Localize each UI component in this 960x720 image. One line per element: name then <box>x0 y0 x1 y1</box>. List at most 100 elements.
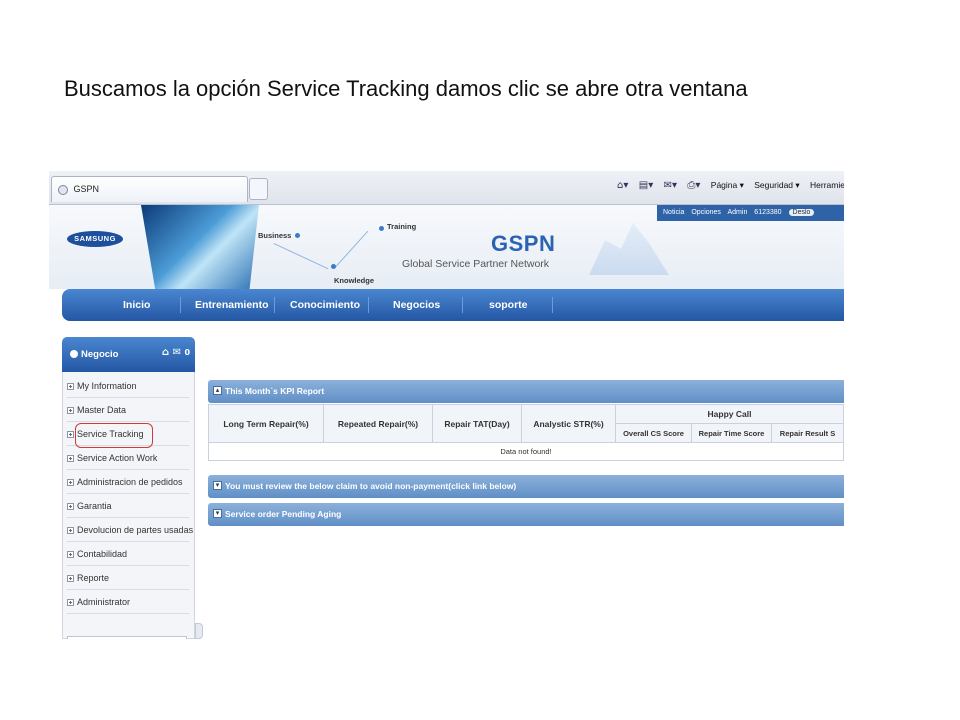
bullet-icon <box>70 350 78 358</box>
sidebar-item-administracion-de-pedidos[interactable]: Administracion de pedidos <box>67 472 189 494</box>
pending-panel-title: Service order Pending Aging <box>225 509 342 519</box>
user-id: 6123380 <box>754 209 782 216</box>
column-header: Repair Time Score <box>691 423 772 444</box>
kpi-panel-title: This Month`s KPI Report <box>225 386 325 396</box>
sidebar-item-administrator[interactable]: Administrator <box>67 592 189 614</box>
security-menu[interactable]: Seguridad ▾ <box>754 180 799 190</box>
sidebar-item-label: Devolucion de partes usadas <box>77 525 194 535</box>
column-header: Repair Result S <box>771 423 844 444</box>
expand-icon <box>67 383 74 390</box>
command-bar: ⌂▾ ▤▾ ✉▾ ⎙▾ Página ▾ Seguridad ▾ Herrami… <box>617 180 844 191</box>
column-header: Long Term Repair(%) <box>208 403 324 444</box>
mail-icon[interactable]: ✉▾ <box>664 180 677 191</box>
sidebar-search-input[interactable] <box>67 636 187 639</box>
page-menu[interactable]: Página ▾ <box>711 180 744 190</box>
gspn-screenshot: GSPN ⌂▾ ▤▾ ✉▾ ⎙▾ Página ▾ Seguridad ▾ He… <box>49 171 844 639</box>
nav-divider <box>274 297 275 313</box>
nav-soporte[interactable]: soporte <box>489 299 528 311</box>
home-icon[interactable]: ⌂ <box>162 347 169 358</box>
sidebar-item-label: Garantia <box>77 501 112 511</box>
happy-call-group-header: Happy Call <box>615 403 844 425</box>
nav-negocios[interactable]: Negocios <box>393 299 440 311</box>
tab-title: GSPN <box>73 184 100 194</box>
home-icon[interactable]: ⌂▾ <box>617 180 628 191</box>
banner-connector <box>334 230 369 269</box>
new-tab-button[interactable] <box>249 178 268 200</box>
sidebar-item-label: Administracion de pedidos <box>77 477 183 487</box>
sidebar-item-label: Reporte <box>77 573 110 583</box>
business-node <box>295 233 300 238</box>
expand-icon <box>67 407 74 414</box>
column-header: Overall CS Score <box>615 423 692 444</box>
banner-city-graphic <box>589 222 669 275</box>
sidebar-item-label: Contabilidad <box>77 549 128 559</box>
claims-panel-title: You must review the below claim to avoid… <box>225 481 517 491</box>
sidebar-collapse-handle[interactable] <box>195 623 203 639</box>
sidebar-item-label: Administrator <box>77 597 131 607</box>
claims-panel-header[interactable]: ▾ You must review the below claim to avo… <box>208 475 844 498</box>
business-label: Business <box>258 231 292 240</box>
training-label: Training <box>387 222 417 231</box>
utility-links: Noticia Opciones Admin 6123380 Deslo <box>657 205 844 221</box>
expand-icon <box>67 599 74 606</box>
mail-count: 0 <box>184 348 191 357</box>
expand-icon <box>67 455 74 462</box>
expand-icon[interactable]: ▾ <box>213 509 222 518</box>
options-link[interactable]: Opciones <box>691 209 721 216</box>
samsung-logo[interactable]: SAMSUNG <box>67 231 123 247</box>
sidebar-item-reporte[interactable]: Reporte <box>67 568 189 590</box>
sidebar-item-service-action-work[interactable]: Service Action Work <box>67 448 189 470</box>
sidebar-item-my-information[interactable]: My Information <box>67 376 189 398</box>
site-header: SAMSUNG Business Training Knowledge GSPN… <box>49 205 844 289</box>
nav-divider <box>180 297 181 313</box>
nav-entrenamiento[interactable]: Entrenamiento <box>195 299 269 311</box>
expand-icon <box>67 575 74 582</box>
gspn-subtitle: Global Service Partner Network <box>402 258 550 270</box>
print-icon[interactable]: ⎙▾ <box>687 180 700 191</box>
gspn-logo: GSPN <box>491 231 556 256</box>
expand-icon <box>67 479 74 486</box>
sidebar-item-contabilidad[interactable]: Contabilidad <box>67 544 189 566</box>
service-tracking-highlight-circle <box>75 423 153 448</box>
banner-connector <box>273 243 329 270</box>
nav-inicio[interactable]: Inicio <box>123 299 150 311</box>
sidebar-item-master-data[interactable]: Master Data <box>67 400 189 422</box>
logout-button[interactable]: Deslo <box>788 209 815 216</box>
expand-icon <box>67 503 74 510</box>
browser-toolbar: GSPN ⌂▾ ▤▾ ✉▾ ⎙▾ Página ▾ Seguridad ▾ He… <box>49 171 844 205</box>
sidebar-item-label: Master Data <box>77 405 127 415</box>
slide-caption: Buscamos la opción Service Tracking damo… <box>64 76 748 101</box>
kpi-table: Long Term Repair(%) Repeated Repair(%) R… <box>208 403 844 461</box>
nav-divider <box>368 297 369 313</box>
column-header: Repeated Repair(%) <box>323 403 433 444</box>
nav-divider <box>462 297 463 313</box>
nav-conocimiento[interactable]: Conocimiento <box>290 299 360 311</box>
sidebar-icons: ⌂ ✉ 0 <box>162 347 190 358</box>
empty-message: Data not found! <box>208 442 844 461</box>
browser-tab[interactable]: GSPN <box>51 176 248 202</box>
feeds-icon[interactable]: ▤▾ <box>639 180 653 191</box>
knowledge-label: Knowledge <box>334 276 375 285</box>
expand-icon <box>67 551 74 558</box>
banner-monitor-image <box>141 205 259 289</box>
expand-icon[interactable]: ▾ <box>213 481 222 490</box>
training-node <box>379 226 384 231</box>
collapse-icon[interactable]: ▴ <box>213 386 222 395</box>
main-nav: Inicio Entrenamiento Conocimiento Negoci… <box>62 289 844 321</box>
column-header: Analystic STR(%) <box>521 403 616 444</box>
sidebar-item-label: Service Action Work <box>77 453 158 463</box>
knowledge-node <box>331 264 336 269</box>
admin-link[interactable]: Admin <box>728 209 748 216</box>
tools-menu[interactable]: Herramienta <box>810 180 844 190</box>
sidebar-item-garantia[interactable]: Garantia <box>67 496 189 518</box>
site-icon <box>58 184 68 195</box>
sidebar-item-devolucion-de-partes-usadas[interactable]: Devolucion de partes usadas <box>67 520 193 542</box>
notice-link[interactable]: Noticia <box>663 209 684 216</box>
mail-icon[interactable]: ✉ <box>173 347 181 358</box>
kpi-panel-header[interactable]: ▴ This Month`s KPI Report <box>208 380 844 403</box>
nav-divider <box>552 297 553 313</box>
expand-icon <box>67 431 74 438</box>
pending-panel-header[interactable]: ▾ Service order Pending Aging <box>208 503 844 526</box>
sidebar-header: Negocio ⌂ ✉ 0 <box>62 337 195 372</box>
column-header: Repair TAT(Day) <box>432 403 522 444</box>
